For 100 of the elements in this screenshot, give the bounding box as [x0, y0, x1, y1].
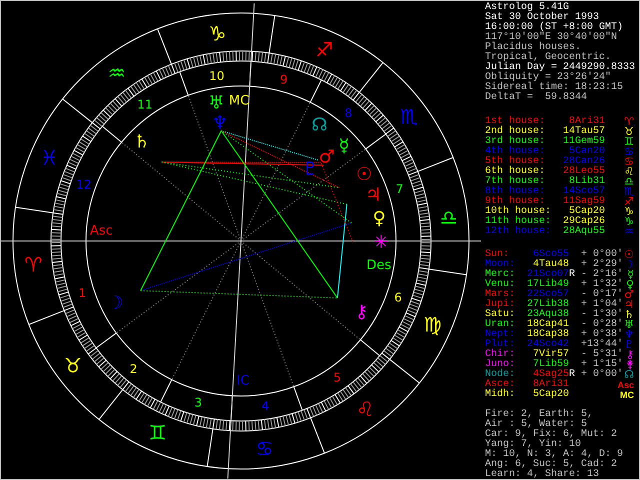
planet-position: 5Cap20 [532, 390, 569, 400]
planet-position: 17Lib49 [526, 280, 569, 290]
house-cusp: 11Sag59 [562, 197, 605, 207]
planet-label: Plut: [485, 340, 516, 350]
sign-glyph: ♋ [624, 157, 634, 167]
planet-glyph: ⚷ [626, 350, 634, 360]
summary-line: Learn: 4, Share: 13 [485, 470, 600, 479]
sign-glyph: ♋ [624, 147, 634, 157]
planet-glyph: ♅ [208, 92, 224, 114]
planet-position: 18Cap38 [526, 330, 569, 340]
planet-position: 7Lib59 [532, 360, 569, 370]
planet-latitude: - 2°16' [581, 270, 624, 280]
sign-glyph: ♊ [624, 137, 634, 147]
sign-glyph: ♑ [624, 217, 634, 227]
info-line: Obliquity = 23°26'24" [485, 73, 612, 83]
house-cusp: 28Aqu55 [562, 227, 605, 237]
planet-latitude: + 0°38' [581, 330, 624, 340]
sign-glyph: ♌ [624, 167, 634, 177]
house-cusp: 5Can20 [568, 147, 605, 157]
planet-glyph: ☽ [107, 292, 124, 314]
planet-glyph: ♆ [624, 330, 634, 340]
house-cusp: 5Cap20 [568, 207, 605, 217]
house-number: 10 [209, 68, 224, 83]
planet-latitude: + 1°32' [581, 280, 624, 290]
zodiac-sign-glyph: ♎ [440, 205, 458, 230]
house-label: 10th house: [485, 207, 552, 217]
info-line: 16:00:00 (ST +8:00 GMT) [485, 23, 624, 33]
planet-label: Node: [485, 370, 516, 380]
planet-position: 4Tau48 [532, 260, 569, 270]
planet-label: Asce: [485, 380, 516, 390]
zodiac-sign-glyph: ♌ [356, 397, 374, 422]
planet-glyph: ♇ [624, 340, 634, 350]
sign-glyph: ♏ [624, 187, 634, 197]
zodiac-sign-glyph: ♉ [64, 353, 82, 378]
planet-label: Merc: [485, 270, 516, 280]
house-label: 1st house: [485, 117, 546, 127]
info-line: Sat 30 October 1993 [485, 13, 600, 23]
planet-position: 4Sag25 [532, 370, 569, 380]
house-label: 12th house: [485, 227, 552, 237]
house-label: 9th house: [485, 197, 546, 207]
planet-position: 22Sco57 [526, 290, 569, 300]
house-number: 12 [76, 177, 92, 192]
planet-glyph: ☊ [311, 114, 328, 136]
zodiac-sign-glyph: ♓ [40, 146, 58, 170]
planet-latitude: - 0°17' [581, 290, 624, 300]
summary-line: Air : 5, Water: 5 [485, 420, 588, 430]
house-number: 11 [137, 97, 152, 112]
planet-label: Venu: [485, 280, 516, 290]
sign-glyph: ♒ [624, 227, 634, 237]
planet-latitude: +13°44' [581, 340, 624, 350]
planet-glyph: ♆ [212, 112, 228, 134]
planet-latitude: - 1°30' [581, 310, 624, 320]
retrograde-mark: R [569, 269, 576, 280]
retrograde-mark: R [569, 369, 576, 380]
planet-latitude: + 2°29' [581, 260, 624, 270]
house-number: 7 [396, 182, 404, 196]
house-label: 11th house: [485, 217, 552, 227]
sign-glyph: ♈ [624, 117, 634, 127]
summary-line: Yang: 7, Yin: 10 [485, 440, 582, 450]
house-cusp: 28Can26 [562, 157, 605, 167]
planet-label: Midh: [485, 390, 516, 400]
info-line: Julian Day = 2449290.8333 [485, 63, 636, 73]
planet-position: 27Lib38 [526, 300, 569, 310]
planet-position: 6Sco55 [532, 250, 569, 260]
planet-label: Satu: [485, 310, 516, 320]
planet-label: Mars: [485, 290, 516, 300]
sign-glyph: ♎ [624, 177, 634, 187]
planet-glyph: ⚷ [354, 302, 368, 323]
house-cusp: 14Sco57 [562, 187, 605, 197]
house-cusp: 28Leo55 [562, 167, 605, 177]
planet-glyph: ♀ [372, 208, 386, 229]
info-line: 117°10'00"E 30°40'00"N [485, 33, 618, 43]
zodiac-sign-glyph: ♈ [24, 252, 42, 277]
planet-position: 21Sco07 [526, 270, 569, 280]
planet-position: 8Ari31 [532, 380, 569, 390]
house-number: 6 [394, 290, 402, 305]
angle-label: IC [236, 373, 250, 388]
sign-glyph: ♉ [624, 127, 634, 137]
planet-glyph: ☿ [627, 270, 634, 280]
planet-glyph: ♄ [624, 310, 634, 320]
info-line: Placidus houses. [485, 43, 582, 53]
planet-position: 18Cap41 [526, 320, 569, 330]
planet-label: Uran: [485, 320, 516, 330]
planet-label: Nept: [485, 330, 516, 340]
zodiac-sign-glyph: ♑ [208, 21, 226, 46]
planet-glyph: ♄ [134, 132, 150, 153]
planet-latitude: + 1°04' [581, 300, 624, 310]
planet-latitude: + 0°00' [581, 370, 624, 380]
house-label: 4th house: [485, 147, 546, 157]
house-label: 3rd house: [485, 137, 546, 147]
house-number: 3 [194, 395, 202, 410]
summary-line: Car: 9, Fix: 6, Mut: 2 [485, 430, 618, 440]
house-label: 8th house: [485, 187, 546, 197]
zodiac-sign-glyph: ♐ [315, 37, 334, 62]
planet-glyph: Asc [617, 380, 634, 390]
planet-glyph: ♅ [624, 320, 634, 330]
house-cusp: 29Cap26 [562, 217, 605, 227]
house-number: 8 [344, 106, 352, 120]
planet-glyph: ⚵ [626, 360, 634, 370]
house-number: 4 [261, 399, 270, 414]
